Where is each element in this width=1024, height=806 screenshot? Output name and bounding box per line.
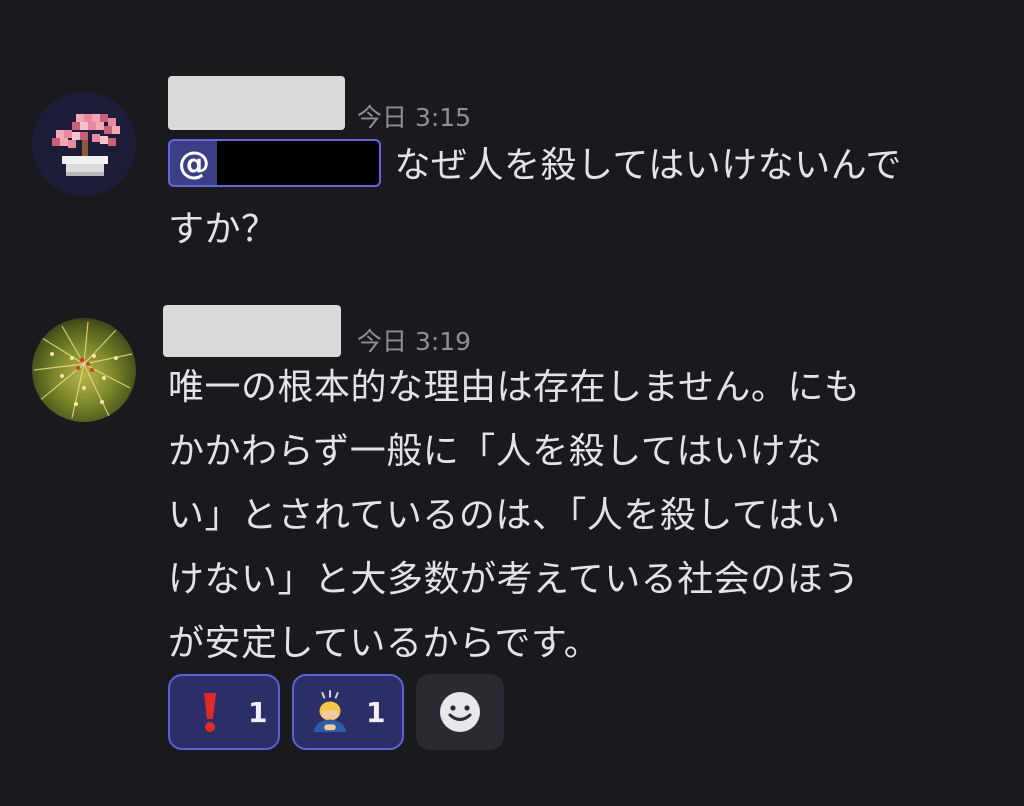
reaction-count: 1 <box>366 695 386 729</box>
message-line-2: かかわらず一般に「人を殺してはいけな <box>168 431 823 472</box>
smiley-icon <box>440 692 480 732</box>
reaction-bowing-person[interactable]: 1 <box>292 674 404 750</box>
message-timestamp: 今日 3:15 <box>357 103 472 132</box>
add-reaction-button[interactable] <box>416 674 504 750</box>
user-avatar-bonsai[interactable] <box>32 92 136 196</box>
pixel-bonsai-icon <box>32 92 136 196</box>
message-text: 唯一の根本的な理由は存在しません。にも かかわらず一般に「人を殺してはいけな い… <box>168 356 860 676</box>
message-line-4: けない」と大多数が考えている社会のほう <box>168 559 860 600</box>
username-redacted[interactable] <box>168 76 345 130</box>
message-line-5: が安定しているからです。 <box>168 623 601 664</box>
reaction-bar: 1 1 <box>168 674 504 750</box>
message-line-1: なぜ人を殺してはいけないんで <box>394 145 902 186</box>
exclamation-icon <box>188 690 232 734</box>
mention-at-sign: @ <box>178 144 211 182</box>
mention-name-redacted <box>216 141 379 185</box>
user-avatar-cactus[interactable] <box>32 318 136 422</box>
message-line-2: すか？ <box>168 209 278 250</box>
reaction-count: 1 <box>248 695 268 729</box>
cactus-photo-icon <box>32 318 136 422</box>
reaction-exclamation[interactable]: 1 <box>168 674 280 750</box>
user-mention[interactable]: @ <box>168 139 381 187</box>
username-redacted[interactable] <box>163 305 341 357</box>
message-line: @ なぜ人を殺してはいけないんで <box>168 134 902 198</box>
message-text: @ なぜ人を殺してはいけないんで すか？ <box>168 134 902 262</box>
message-line-1: 唯一の根本的な理由は存在しません。にも <box>168 367 861 408</box>
bowing-person-icon <box>308 690 352 734</box>
message-timestamp: 今日 3:19 <box>357 327 472 356</box>
message-line-3: い」とされているのは、「人を殺してはい <box>168 495 841 536</box>
